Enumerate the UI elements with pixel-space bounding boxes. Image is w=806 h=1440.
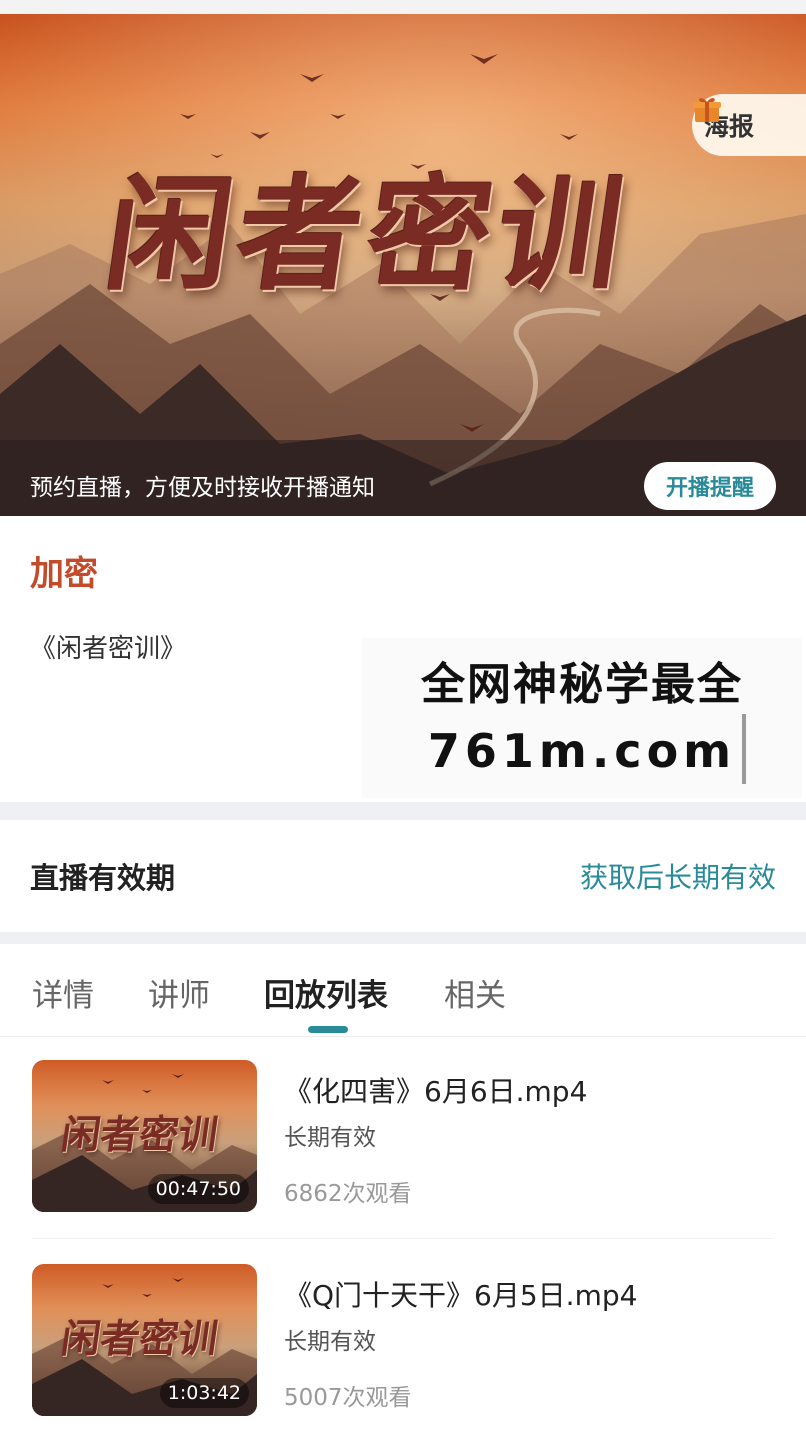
video-duration: 1:03:42 (159, 1378, 249, 1408)
gift-icon (693, 98, 721, 122)
video-thumbnail[interactable]: 闲者密训 1:03:42 (32, 1264, 257, 1416)
validity-value: 获取后长期有效 (579, 861, 776, 894)
playlist-item[interactable]: 闲者密训 00:47:50 《化四害》6月6日.mp4 长期有效 6862次观看 (0, 1060, 806, 1239)
tab-lecturer[interactable]: 讲师 (148, 970, 210, 1015)
poster-button[interactable]: 海报 (692, 94, 806, 156)
tab-playback-list[interactable]: 回放列表 (264, 970, 388, 1015)
tab-bar: 详情 讲师 回放列表 相关 (0, 944, 806, 1034)
view-count: 6862次观看 (284, 1181, 412, 1207)
video-validity: 长期有效 (284, 1329, 376, 1355)
playback-section: 详情 讲师 回放列表 相关 闲者密训 00:47:50 《化四害》6月6日.mp… (0, 944, 806, 1440)
tab-details[interactable]: 详情 (32, 970, 94, 1015)
course-name: 《闲者密训》 (30, 634, 187, 664)
watermark-line2: 761m.com (427, 724, 737, 778)
text-cursor (742, 714, 746, 784)
video-title[interactable]: 《化四害》6月6日.mp4 (284, 1070, 587, 1110)
active-tab-indicator (308, 1026, 348, 1033)
video-validity: 长期有效 (284, 1125, 376, 1151)
course-banner[interactable]: 闲者密训 海报 预约直播，方便及时接收开播通知 开播提醒 (0, 14, 806, 516)
divider (0, 1036, 806, 1037)
watermark-line1: 全网神秘学最全 (421, 659, 743, 710)
thumbnail-title: 闲者密训 (58, 1112, 221, 1158)
notice-text: 预约直播，方便及时接收开播通知 (30, 475, 375, 501)
video-duration: 00:47:50 (147, 1174, 249, 1204)
view-count: 5007次观看 (284, 1385, 412, 1411)
status-strip (0, 0, 806, 14)
live-notice-bar: 预约直播，方便及时接收开播通知 开播提醒 (0, 440, 806, 516)
course-info-card: 加密 《闲者密训》 全网神秘学最全 761m.com (0, 516, 806, 802)
tab-related[interactable]: 相关 (444, 970, 506, 1015)
live-validity-row: 直播有效期 获取后长期有效 (0, 820, 806, 932)
playlist-item[interactable]: 闲者密训 1:03:42 《Q门十天干》6月5日.mp4 长期有效 5007次观… (0, 1264, 806, 1424)
thumbnail-title: 闲者密训 (58, 1316, 221, 1362)
live-remind-button[interactable]: 开播提醒 (644, 462, 776, 510)
watermark-overlay: 全网神秘学最全 761m.com (362, 638, 802, 798)
divider (32, 1238, 774, 1239)
video-title[interactable]: 《Q门十天干》6月5日.mp4 (284, 1274, 637, 1314)
validity-label: 直播有效期 (30, 861, 176, 895)
video-thumbnail[interactable]: 闲者密训 00:47:50 (32, 1060, 257, 1212)
banner-title: 闲者密训 (97, 163, 638, 308)
encrypted-tag: 加密 (30, 554, 98, 594)
